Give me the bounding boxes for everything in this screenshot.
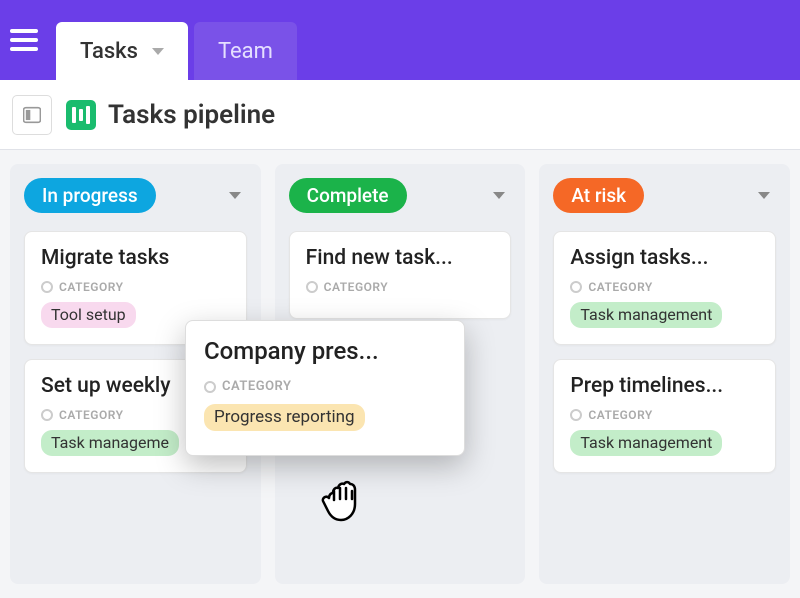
category-label: CATEGORY xyxy=(41,280,230,294)
sidebar-toggle-button[interactable] xyxy=(12,95,52,135)
category-tag[interactable]: Task manageme xyxy=(41,430,179,456)
status-pill[interactable]: At risk xyxy=(553,178,644,213)
task-card[interactable]: Assign tasks... CATEGORY Task management xyxy=(553,231,776,345)
title-bar: Tasks pipeline xyxy=(0,80,800,150)
column-header: In progress xyxy=(24,178,247,213)
category-tag[interactable]: Progress reporting xyxy=(204,404,365,431)
category-label: CATEGORY xyxy=(306,280,495,294)
card-title: Find new task... xyxy=(306,246,495,270)
panel-icon xyxy=(23,106,41,124)
column-header: At risk xyxy=(553,178,776,213)
task-card[interactable]: Prep timelines... CATEGORY Task manageme… xyxy=(553,359,776,473)
menu-icon[interactable] xyxy=(10,29,38,51)
chevron-down-icon[interactable] xyxy=(758,192,770,199)
board-icon xyxy=(66,100,96,130)
page-title: Tasks pipeline xyxy=(108,100,275,130)
category-label: CATEGORY xyxy=(570,280,759,294)
top-nav: Tasks Team xyxy=(0,0,800,80)
card-title: Migrate tasks xyxy=(41,246,230,270)
dragging-card[interactable]: Company pres... CATEGORY Progress report… xyxy=(185,320,465,456)
circle-icon xyxy=(41,281,53,293)
card-title: Company pres... xyxy=(204,337,446,365)
tab-team-label: Team xyxy=(218,39,273,64)
circle-icon xyxy=(41,409,53,421)
category-tag[interactable]: Tool setup xyxy=(41,302,136,328)
grab-cursor-icon xyxy=(315,470,371,526)
circle-icon xyxy=(570,409,582,421)
chevron-down-icon[interactable] xyxy=(152,48,164,55)
task-card[interactable]: Find new task... CATEGORY xyxy=(289,231,512,319)
circle-icon xyxy=(306,281,318,293)
card-title: Prep timelines... xyxy=(570,374,759,398)
tab-tasks-label: Tasks xyxy=(80,39,138,64)
board: In progress Migrate tasks CATEGORY Tool … xyxy=(0,150,800,598)
chevron-down-icon[interactable] xyxy=(493,192,505,199)
column-at-risk[interactable]: At risk Assign tasks... CATEGORY Task ma… xyxy=(539,164,790,584)
chevron-down-icon[interactable] xyxy=(229,192,241,199)
circle-icon xyxy=(204,381,216,393)
tab-team[interactable]: Team xyxy=(194,22,297,80)
status-pill[interactable]: In progress xyxy=(24,178,156,213)
status-pill[interactable]: Complete xyxy=(289,178,407,213)
tab-tasks[interactable]: Tasks xyxy=(56,22,188,80)
category-label: CATEGORY xyxy=(570,408,759,422)
circle-icon xyxy=(570,281,582,293)
category-label: CATEGORY xyxy=(204,379,446,394)
card-title: Assign tasks... xyxy=(570,246,759,270)
column-header: Complete xyxy=(289,178,512,213)
category-tag[interactable]: Task management xyxy=(570,302,722,328)
category-tag[interactable]: Task management xyxy=(570,430,722,456)
